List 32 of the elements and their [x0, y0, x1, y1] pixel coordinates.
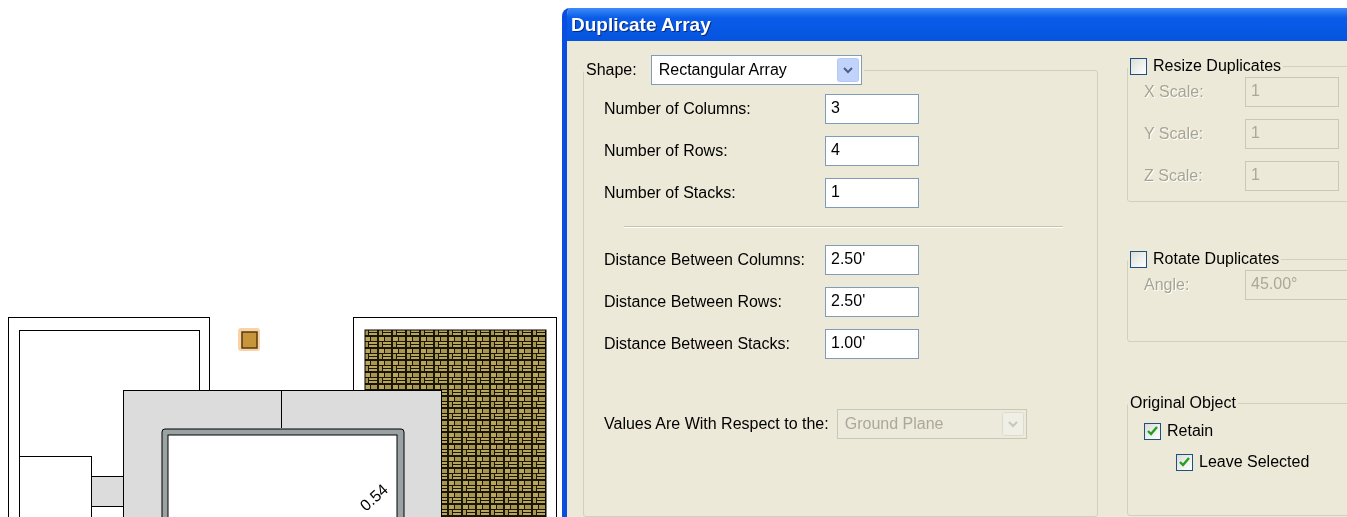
- field-label: Shape:: [586, 61, 637, 79]
- checkmark-icon: [1147, 426, 1158, 436]
- field-label: X Scale:: [1144, 83, 1205, 101]
- field-label: Z Scale:: [1144, 167, 1204, 185]
- checkbox-label[interactable]: Resize Duplicates: [1153, 57, 1282, 75]
- group-title: Original Object: [1130, 394, 1236, 412]
- field-label: Number of Columns:: [604, 100, 752, 118]
- field-label: Distance Between Stacks:: [604, 335, 791, 353]
- checkbox-label[interactable]: Leave Selected: [1199, 453, 1310, 471]
- field-label: Angle:: [1144, 276, 1191, 294]
- field-label: Distance Between Columns:: [604, 251, 806, 269]
- input-field[interactable]: 4: [825, 136, 919, 166]
- input-field[interactable]: 2.50': [825, 245, 919, 275]
- checkbox[interactable]: [1130, 250, 1147, 268]
- checkmark-icon: [1179, 457, 1190, 467]
- field-label: Y Scale:: [1144, 125, 1205, 143]
- input-field[interactable]: 2.50': [825, 287, 919, 317]
- checkbox[interactable]: [1176, 453, 1193, 471]
- window-title: Duplicate Array: [567, 8, 1347, 41]
- checkbox-label[interactable]: Rotate Duplicates: [1153, 250, 1280, 268]
- field-label: Distance Between Rows:: [604, 293, 783, 311]
- floor-plan-drawing: 0.54: [0, 0, 562, 517]
- shape-dropdown[interactable]: Rectangular Array: [650, 55, 862, 85]
- checkbox[interactable]: [1144, 422, 1161, 440]
- field-label: Values Are With Respect to the:: [604, 414, 829, 434]
- checkbox[interactable]: [1130, 57, 1147, 75]
- checkbox-label[interactable]: Retain: [1167, 422, 1214, 440]
- field-label: Number of Stacks:: [604, 184, 737, 202]
- input-field[interactable]: 3: [825, 94, 919, 124]
- field-label: Number of Rows:: [604, 142, 729, 160]
- input-field[interactable]: 1.00': [825, 329, 919, 359]
- input-field[interactable]: 1: [825, 178, 919, 208]
